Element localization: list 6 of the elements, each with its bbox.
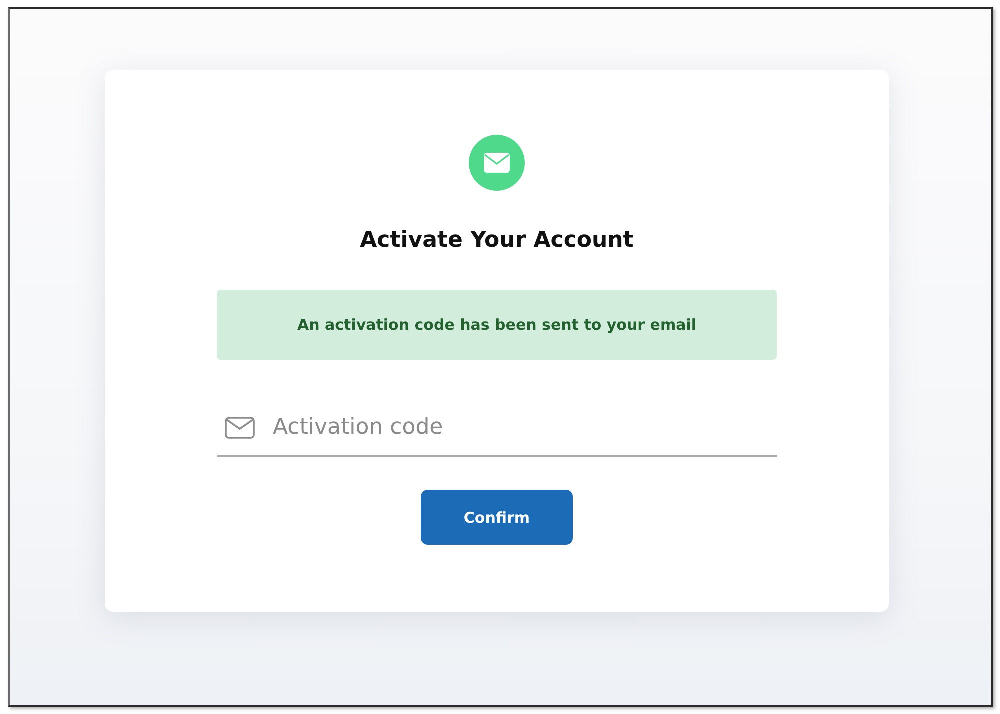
- card-title: Activate Your Account: [360, 227, 634, 255]
- activation-code-field[interactable]: Activation code: [217, 400, 777, 457]
- envelope-icon: [225, 417, 255, 439]
- envelope-icon: [469, 135, 525, 191]
- confirm-button[interactable]: Confirm: [421, 490, 573, 545]
- alert-message: An activation code has been sent to your email: [298, 316, 696, 334]
